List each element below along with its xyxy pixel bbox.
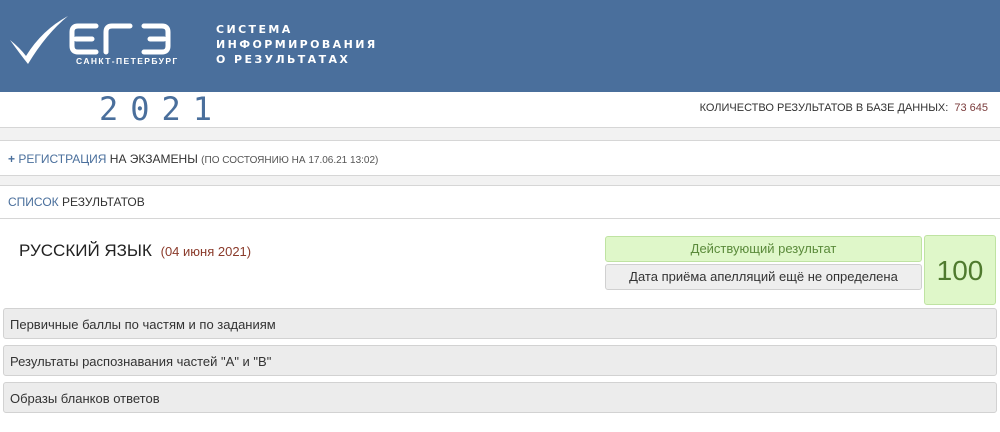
results-list-link[interactable]: СПИСОК bbox=[8, 195, 59, 209]
accordion-primary-scores[interactable]: Первичные баллы по частям и по заданиям bbox=[3, 308, 997, 339]
expand-plus-icon[interactable]: + bbox=[8, 152, 15, 166]
result-card: РУССКИЙ ЯЗЫК (04 июня 2021) Действующий … bbox=[0, 219, 1000, 432]
appeal-date-info: Дата приёма апелляций ещё не определена bbox=[605, 264, 922, 290]
status-badge: Действующий результат bbox=[605, 236, 922, 262]
checkmark-icon bbox=[10, 16, 68, 64]
registration-label: НА ЭКЗАМЕНЫ bbox=[106, 152, 198, 166]
accordion-label: Первичные баллы по частям и по заданиям bbox=[10, 317, 276, 332]
registration-text: + РЕГИСТРАЦИЯ НА ЭКЗАМЕНЫ (ПО СОСТОЯНИЮ … bbox=[8, 152, 378, 166]
system-title-line-2: ИНФОРМИРОВАНИЯ bbox=[216, 38, 378, 51]
system-title-line-1: СИСТЕМА bbox=[216, 23, 293, 36]
logo-city: САНКТ-ПЕТЕРБУРГ bbox=[76, 56, 179, 66]
results-count-value: 73 645 bbox=[954, 102, 988, 114]
year-bar: 2021 КОЛИЧЕСТВО РЕЗУЛЬТАТОВ В БАЗЕ ДАННЫ… bbox=[0, 90, 1000, 128]
registration-bar[interactable]: + РЕГИСТРАЦИЯ НА ЭКЗАМЕНЫ (ПО СОСТОЯНИЮ … bbox=[0, 140, 1000, 176]
exam-year: 2021 bbox=[99, 90, 225, 128]
accordion-label: Результаты распознавания частей "А" и "В… bbox=[10, 354, 272, 369]
subject-name: РУССКИЙ ЯЗЫК bbox=[19, 241, 152, 260]
site-header: САНКТ-ПЕТЕРБУРГ СИСТЕМА ИНФОРМИРОВАНИЯ О… bbox=[0, 0, 1000, 92]
accordion-answer-sheets[interactable]: Образы бланков ответов bbox=[3, 382, 997, 413]
accordion-recognition-results[interactable]: Результаты распознавания частей "А" и "В… bbox=[3, 345, 997, 376]
results-list-label: РЕЗУЛЬТАТОВ bbox=[58, 195, 145, 209]
results-count: КОЛИЧЕСТВО РЕЗУЛЬТАТОВ В БАЗЕ ДАННЫХ: 73 … bbox=[700, 102, 988, 114]
system-title-line-3: О РЕЗУЛЬТАТАХ bbox=[216, 53, 351, 66]
registration-link[interactable]: РЕГИСТРАЦИЯ bbox=[18, 152, 106, 166]
results-count-label: КОЛИЧЕСТВО РЕЗУЛЬТАТОВ В БАЗЕ ДАННЫХ: bbox=[699, 102, 949, 114]
results-list-title: СПИСОК РЕЗУЛЬТАТОВ bbox=[8, 195, 145, 209]
results-list-bar: СПИСОК РЕЗУЛЬТАТОВ bbox=[0, 185, 1000, 219]
score-value: 100 bbox=[924, 235, 996, 305]
subject-title: РУССКИЙ ЯЗЫК (04 июня 2021) bbox=[19, 241, 251, 261]
system-title: СИСТЕМА ИНФОРМИРОВАНИЯ О РЕЗУЛЬТАТАХ bbox=[216, 22, 378, 67]
registration-status: (ПО СОСТОЯНИЮ НА 17.06.21 13:02) bbox=[201, 155, 379, 166]
accordion-label: Образы бланков ответов bbox=[10, 391, 160, 406]
logo-letters-ege bbox=[69, 23, 171, 55]
exam-date: (04 июня 2021) bbox=[160, 244, 252, 259]
